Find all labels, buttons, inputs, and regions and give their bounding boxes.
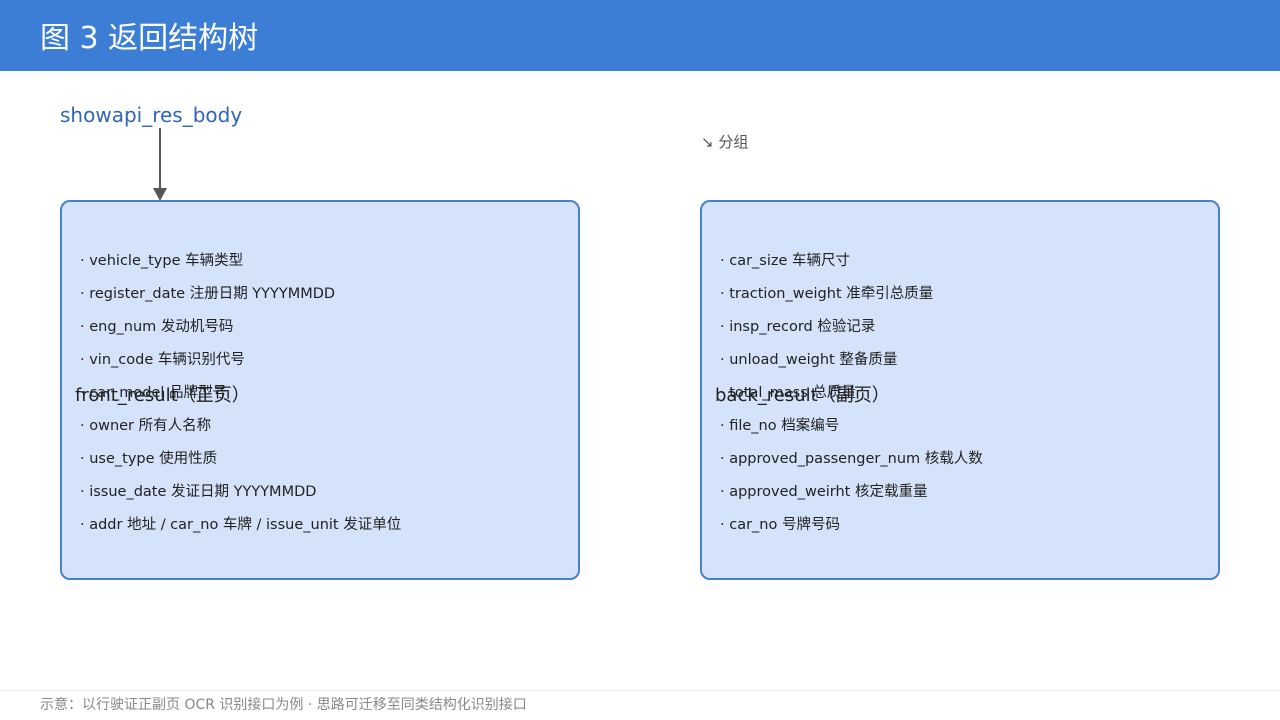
field-item: · issue_date 发证日期 YYYYMMDD	[80, 484, 317, 500]
field-item: · use_type 使用性质	[80, 451, 218, 467]
footer-divider	[0, 690, 1280, 691]
field-item: · approved_passenger_num 核载人数	[720, 451, 983, 467]
front-result-box: · vehicle_type 车辆类型 · register_date 注册日期…	[60, 200, 580, 580]
field-item: · car_size 车辆尺寸	[720, 253, 851, 269]
down-arrow-icon	[153, 128, 167, 201]
root-node-label: showapi_res_body	[60, 103, 243, 127]
page-title: 图 3 返回结构树	[40, 21, 259, 56]
group-note: ↘ 分组	[701, 133, 749, 151]
field-item: · unload_weight 整备质量	[720, 352, 898, 368]
field-item: · traction_weight 准牵引总质量	[720, 286, 934, 302]
header-bar: 图 3 返回结构树	[0, 0, 1280, 71]
field-item: · approved_weirht 核定载重量	[720, 484, 928, 500]
field-item: · eng_num 发动机号码	[80, 319, 234, 335]
back-result-box: · car_size 车辆尺寸 · traction_weight 准牵引总质量…	[700, 200, 1220, 580]
field-item: · owner 所有人名称	[80, 418, 212, 434]
field-item: · addr 地址 / car_no 车牌 / issue_unit 发证单位	[80, 517, 402, 533]
field-item: · register_date 注册日期 YYYYMMDD	[80, 286, 336, 302]
footer-note: 示意：以行驶证正副页 OCR 识别接口为例 · 思路可迁移至同类结构化识别接口	[40, 697, 527, 713]
back-result-title: back_result（副页）	[715, 385, 890, 406]
field-item: · insp_record 检验记录	[720, 319, 876, 335]
front-result-title: front_result（正页）	[75, 385, 250, 406]
field-item: · vin_code 车辆识别代号	[80, 352, 245, 368]
field-item: · car_no 号牌号码	[720, 517, 840, 533]
field-item: · file_no 档案编号	[720, 418, 840, 434]
field-item: · vehicle_type 车辆类型	[80, 253, 244, 269]
